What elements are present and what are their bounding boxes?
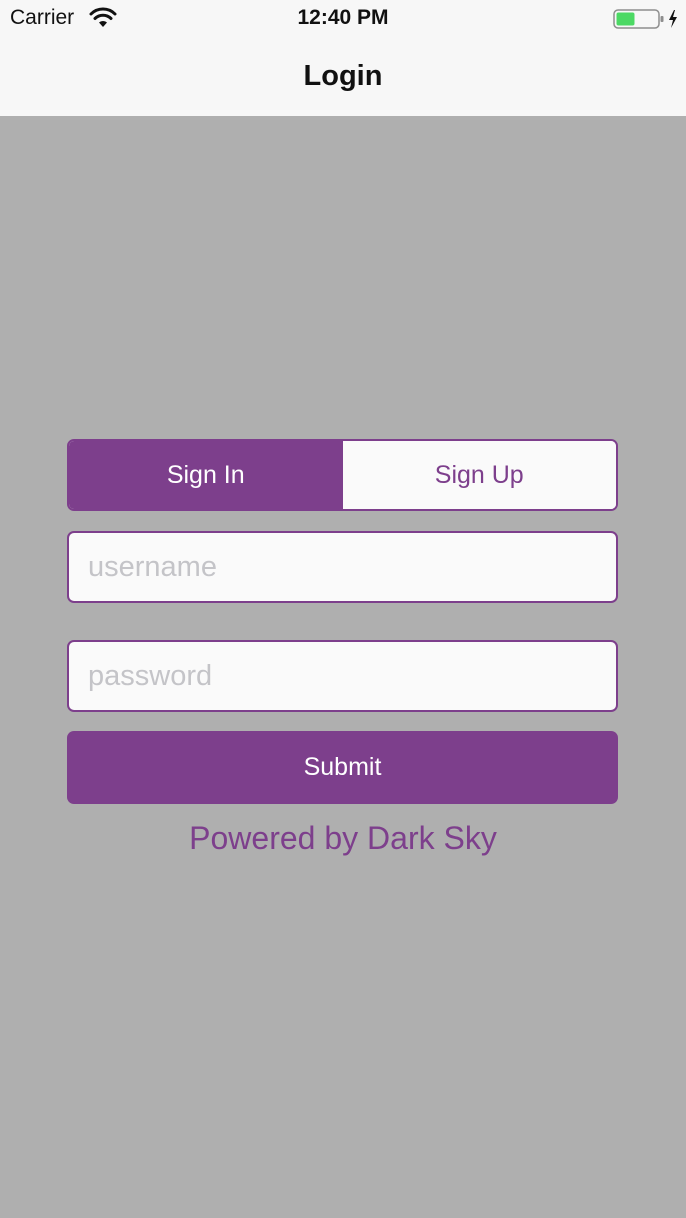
submit-button[interactable]: Submit: [67, 731, 618, 804]
battery-icon: [613, 9, 664, 29]
navigation-bar: Login: [0, 40, 686, 116]
page-title: Login: [303, 60, 383, 92]
username-input[interactable]: [67, 531, 618, 603]
segment-sign-in[interactable]: Sign In: [69, 441, 343, 509]
charging-bolt-icon: [669, 10, 677, 28]
battery-level-fill: [616, 12, 635, 26]
password-input[interactable]: [67, 640, 618, 712]
auth-mode-segmented-control: Sign In Sign Up: [67, 439, 618, 511]
status-bar: Carrier 12:40 PM: [0, 0, 686, 40]
status-time: 12:40 PM: [297, 6, 389, 29]
powered-by-link[interactable]: Powered by Dark Sky: [0, 820, 686, 857]
segment-sign-up[interactable]: Sign Up: [342, 441, 616, 509]
